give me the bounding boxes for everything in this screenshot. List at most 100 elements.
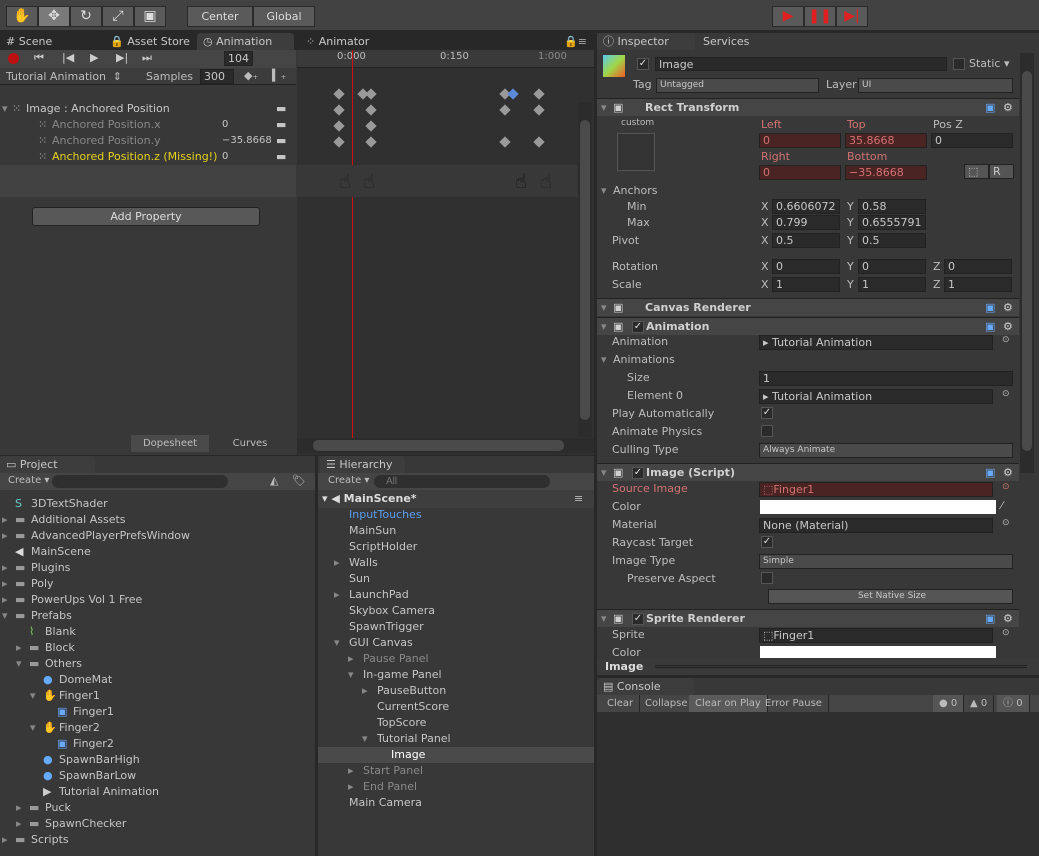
keyframe[interactable] [507,88,519,100]
axis-field[interactable]: 1 [944,277,1012,292]
collapse-arrow-icon[interactable]: ▸ [348,779,354,795]
step-button[interactable]: ▶| [836,6,868,27]
hierarchy-item[interactable]: Sun [318,571,594,587]
collapse-arrow-icon[interactable]: ▸ [2,576,8,592]
warning-count-button[interactable]: ▲ 0 [964,695,995,712]
keyframe[interactable] [499,104,511,116]
image-script-header[interactable]: ▾ ▣ ✓ Image (Script) ▣ ⚙ [597,463,1019,481]
scene-menu-icon[interactable]: ≡ [574,492,583,505]
error-pause-button[interactable]: Error Pause [759,695,829,712]
lock-menu-icon[interactable]: 🔒≡ [564,35,587,48]
settings-gear-icon[interactable]: ⚙ [1003,610,1013,628]
tab-console[interactable]: ▤ Console [597,678,694,695]
scale-tool-icon[interactable]: ⤢ [102,6,134,27]
project-item[interactable]: ▸ ▬ SpawnChecker [0,816,315,832]
expand-arrow-icon[interactable]: ▾ [30,688,36,704]
property-value[interactable]: −35.8668 [222,133,272,149]
project-item[interactable]: ▾ ▬ Others [0,656,315,672]
help-icon[interactable]: ▣ [985,299,995,317]
collapse-arrow-icon[interactable]: ▸ [2,592,8,608]
error-count-button[interactable]: ⓘ 0 [997,695,1030,712]
rotate-tool-icon[interactable]: ↻ [70,6,102,27]
inspector-scrollbar[interactable] [1020,53,1034,473]
expand-arrow-icon[interactable]: ▾ [362,731,368,747]
animation-field[interactable]: ▸ Tutorial Animation [759,335,993,350]
hierarchy-item[interactable]: TopScore [318,715,594,731]
project-item[interactable]: ▸ ▬ Puck [0,800,315,816]
hierarchy-item[interactable]: ▸ Pause Panel [318,651,594,667]
hierarchy-item[interactable]: ▸ Start Panel [318,763,594,779]
clear-on-play-button[interactable]: Clear on Play [689,695,768,712]
horizontal-scrollbar[interactable] [297,438,594,453]
pivot-global-button[interactable]: Global [253,6,315,27]
remove-property-icon[interactable]: ▬ [276,117,286,133]
project-item[interactable]: ▸ ▬ Poly [0,576,315,592]
project-item[interactable]: ▶ Tutorial Animation [0,784,315,800]
project-item[interactable]: ▸ ▬ AdvancedPlayerPrefsWindow [0,528,315,544]
project-item[interactable]: ▾ ▬ Prefabs [0,608,315,624]
settings-gear-icon[interactable]: ⚙ [1003,99,1013,117]
keyframe[interactable] [533,104,545,116]
add-event-icon[interactable]: ▍₊ [272,69,286,82]
project-item[interactable]: ● SpawnBarHigh [0,752,315,768]
hierarchy-item[interactable]: SpawnTrigger [318,619,594,635]
hierarchy-item[interactable]: ▸ Walls [318,555,594,571]
keyframe[interactable] [365,120,377,132]
next-frame-icon[interactable]: ▶| [116,51,128,64]
hierarchy-item[interactable]: MainSun [318,523,594,539]
project-item[interactable]: ● DomeMat [0,672,315,688]
console-log-area[interactable] [597,712,1039,856]
keyframe[interactable] [365,104,377,116]
image-type-dropdown[interactable]: Simple [759,554,1013,569]
create-dropdown[interactable]: Create ▾ [8,475,49,486]
sprite-picker-icon[interactable]: ⊙ [1002,628,1010,638]
project-item[interactable]: ▸ ▬ Plugins [0,560,315,576]
hierarchy-item[interactable]: Image [318,747,594,763]
remove-property-icon[interactable]: ▬ [276,133,286,149]
blueprint-mode-button[interactable]: ⬚ [964,164,989,179]
help-icon[interactable]: ▣ [985,318,995,336]
project-item[interactable]: ▣ Finger2 [0,736,315,752]
axis-field[interactable]: 1 [858,277,926,292]
keyframe[interactable] [333,136,345,148]
record-button[interactable] [8,53,19,64]
property-row[interactable]: ▾ ⁙ Image : Anchored Position ▬ [0,101,296,117]
collapse-button[interactable]: Collapse [639,695,695,712]
project-item[interactable]: ◀ MainScene [0,544,315,560]
collapse-arrow-icon[interactable]: ▸ [16,640,22,656]
project-item[interactable]: ● SpawnBarLow [0,768,315,784]
scene-header[interactable]: ▾ ◀ MainScene* ≡ [318,490,594,508]
preview-handle[interactable] [655,665,1027,668]
hierarchy-item[interactable]: InputTouches [318,507,594,523]
animation-field-picker-icon[interactable]: ⊙ [1002,335,1010,345]
project-item[interactable]: S 3DTextShader [0,496,315,512]
material-picker-icon[interactable]: ⊙ [1002,518,1010,528]
hierarchy-item[interactable]: CurrentScore [318,699,594,715]
samples-field[interactable]: 300 [200,69,234,84]
color-swatch[interactable] [760,500,996,514]
pivot-center-button[interactable]: Center [187,6,253,27]
hierarchy-item[interactable]: ▸ LaunchPad [318,587,594,603]
property-row[interactable]: ⁙ Anchored Position.y −35.8668 ▬ [0,133,296,149]
property-value[interactable]: 0 [222,117,228,133]
project-item[interactable]: ▾ ✋ Finger2 [0,720,315,736]
project-item[interactable]: ▸ ▬ PowerUps Vol 1 Free [0,592,315,608]
play-automatically-checkbox[interactable]: ✓ [761,407,773,419]
animate-physics-checkbox[interactable] [761,425,773,437]
play-anim-icon[interactable]: ▶ [90,51,98,64]
axis-field[interactable]: 0.6555791 [858,215,926,230]
sprite-field[interactable]: ⬚Finger1 [759,628,993,643]
hierarchy-item[interactable]: ▾ Tutorial Panel [318,731,594,747]
collapse-arrow-icon[interactable]: ▸ [362,683,368,699]
dopesheet-timeline[interactable]: 0:000 0:150 1:000 ☝ ☝ ☝ ☝ [297,50,594,455]
sprite-color-swatch[interactable] [760,646,996,658]
keyframe[interactable] [533,136,545,148]
top-field[interactable]: 35.8668 [845,133,927,148]
source-picker-icon[interactable]: ⊙ [1002,482,1010,492]
sprite-renderer-header-enabled-checkbox[interactable]: ✓ [632,613,644,625]
keyframe[interactable] [499,136,511,148]
pause-button[interactable]: ❚❚ [804,6,836,27]
hierarchy-item[interactable]: ▸ End Panel [318,779,594,795]
last-frame-icon[interactable]: ⏭ [142,51,152,65]
time-ruler[interactable]: 0:000 0:150 1:000 [297,50,594,68]
